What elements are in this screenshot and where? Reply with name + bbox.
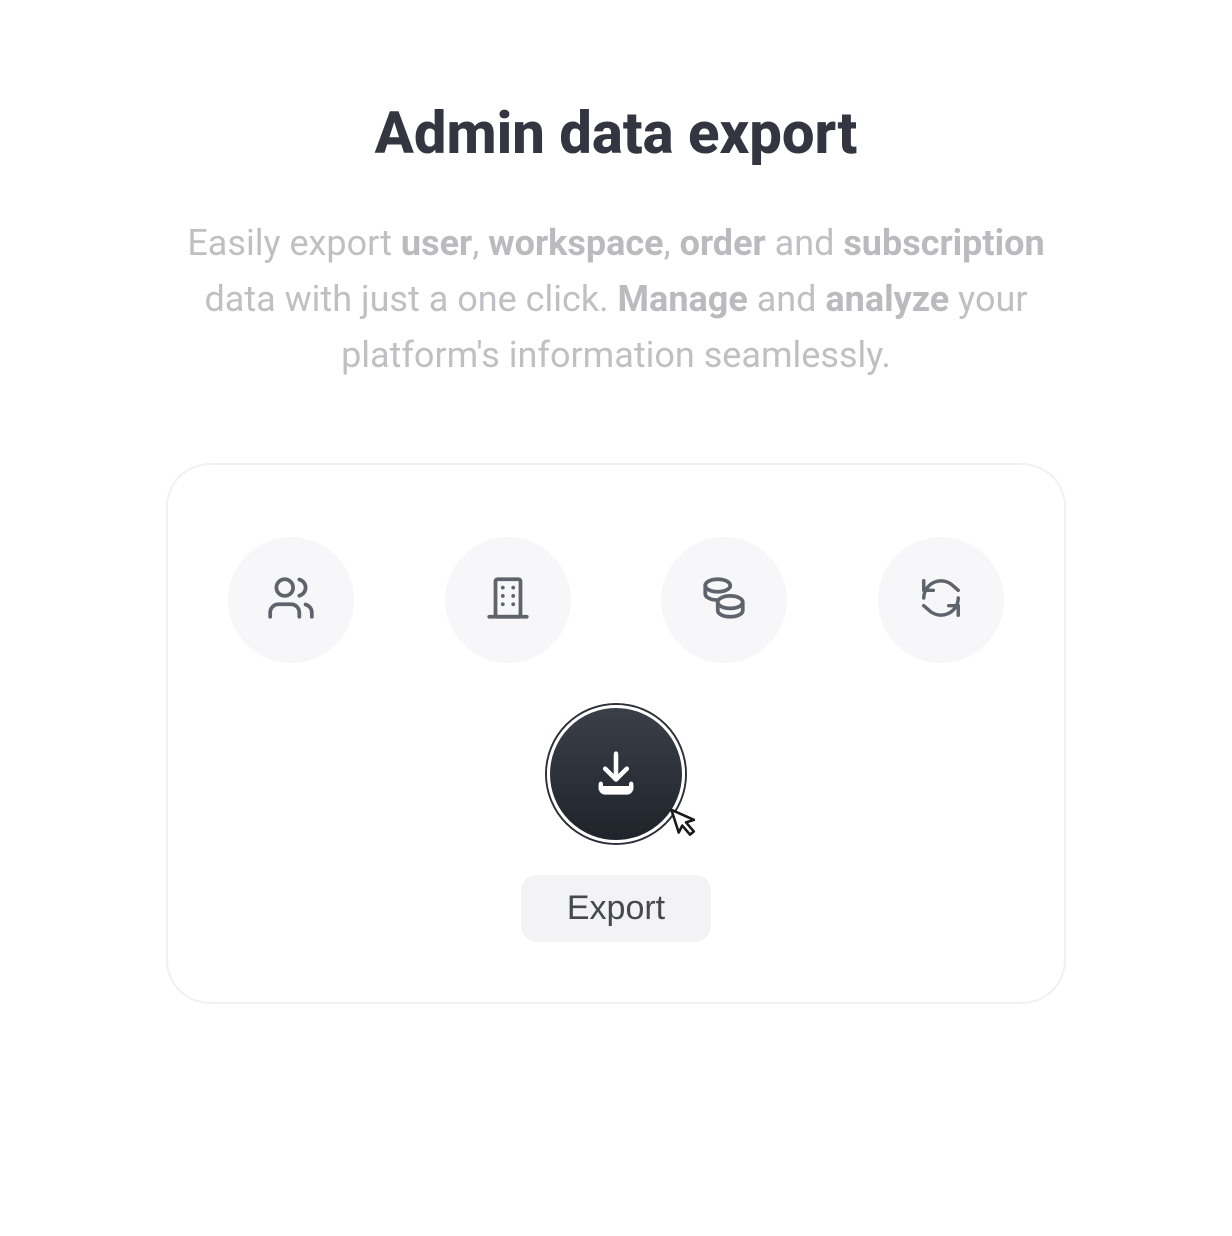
users-icon	[266, 573, 316, 627]
desc-bold-workspace: workspace	[488, 222, 663, 264]
subscription-data-type[interactable]	[878, 537, 1004, 663]
data-type-icons	[228, 537, 1004, 663]
user-data-type[interactable]	[228, 537, 354, 663]
desc-text: and	[748, 278, 826, 320]
desc-text: ,	[664, 222, 680, 264]
desc-text: data with just a one click.	[204, 278, 617, 320]
export-label-button[interactable]: Export	[521, 875, 711, 942]
export-button[interactable]	[547, 705, 685, 843]
desc-bold-order: order	[680, 222, 766, 264]
export-card: Export	[166, 463, 1066, 1004]
desc-text: ,	[472, 222, 488, 264]
desc-bold-subscription: subscription	[843, 222, 1044, 264]
desc-bold-manage: Manage	[618, 278, 748, 320]
refresh-icon	[918, 575, 964, 625]
page-description: Easily export user, workspace, order and…	[166, 216, 1066, 383]
page-title: Admin data export	[375, 100, 858, 168]
desc-bold-analyze: analyze	[825, 278, 949, 320]
desc-text: Easily export	[187, 222, 401, 264]
building-icon	[483, 573, 533, 627]
desc-text: and	[766, 222, 844, 264]
cursor-icon	[662, 803, 706, 850]
workspace-data-type[interactable]	[445, 537, 571, 663]
coins-icon	[699, 573, 749, 627]
download-icon	[590, 747, 642, 802]
desc-bold-user: user	[401, 222, 472, 264]
order-data-type[interactable]	[661, 537, 787, 663]
